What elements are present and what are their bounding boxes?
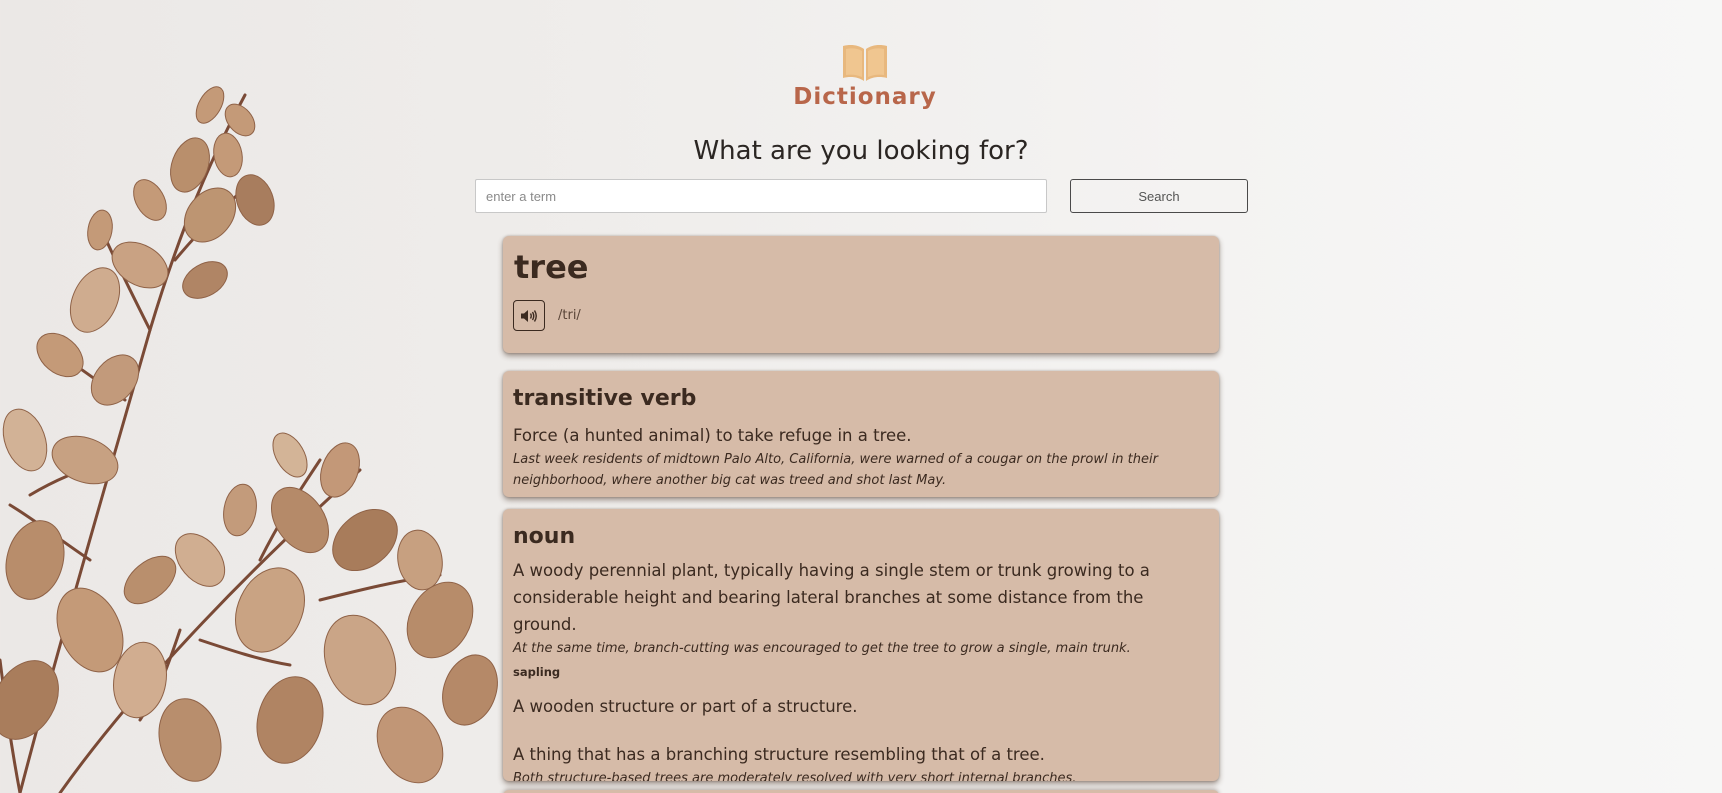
example-text: Both structure-based trees are moderatel… bbox=[513, 771, 1077, 781]
example-text: At the same time, branch-cutting was enc… bbox=[513, 641, 1131, 657]
part-of-speech: noun bbox=[513, 524, 576, 549]
dictionary-logo: Dictionary bbox=[790, 40, 940, 110]
word-title: tree bbox=[514, 248, 589, 286]
definition-text: A wooden structure or part of a structur… bbox=[513, 697, 858, 717]
definition-text: A thing that has a branching structure r… bbox=[513, 745, 1045, 765]
word-card: tree /tri/ bbox=[503, 236, 1219, 353]
meaning-card-noun: noun A woody perennial plant, typically … bbox=[503, 509, 1219, 781]
meaning-card-transitive-verb: transitive verb Force (a hunted animal) … bbox=[503, 371, 1219, 497]
phonetic-text: /tri/ bbox=[558, 308, 581, 324]
phonetic-row: /tri/ bbox=[513, 300, 1209, 332]
speaker-icon bbox=[521, 309, 537, 322]
dictionary-page: Dictionary What are you looking for? Sea… bbox=[0, 0, 1722, 793]
open-book-icon bbox=[843, 45, 887, 81]
synonym-text: sapling bbox=[513, 665, 561, 680]
part-of-speech: transitive verb bbox=[513, 386, 697, 411]
example-text: Last week residents of midtown Palo Alto… bbox=[513, 452, 1158, 489]
brand-name: Dictionary bbox=[793, 84, 937, 110]
definition-text: Force (a hunted animal) to take refuge i… bbox=[513, 426, 912, 446]
play-audio-button[interactable] bbox=[513, 300, 545, 332]
search-input[interactable] bbox=[475, 179, 1047, 213]
definition-text: A woody perennial plant, typically havin… bbox=[513, 561, 1150, 635]
search-heading: What are you looking for? bbox=[693, 136, 1029, 166]
search-button[interactable]: Search bbox=[1070, 179, 1248, 213]
